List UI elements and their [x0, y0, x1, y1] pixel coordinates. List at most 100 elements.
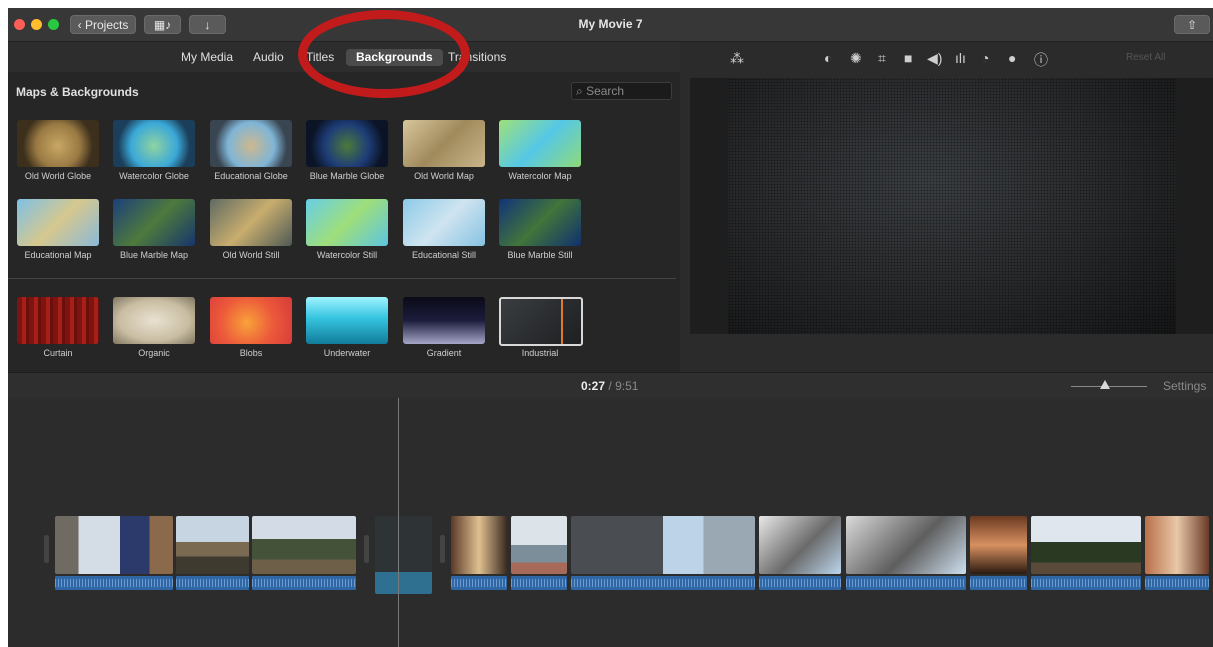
- playhead[interactable]: [398, 398, 399, 647]
- thumb-old-world-globe[interactable]: [17, 120, 99, 167]
- audio-waveform[interactable]: [1031, 576, 1141, 590]
- video-clip[interactable]: [759, 516, 841, 574]
- video-clip[interactable]: [176, 516, 249, 574]
- thumb-label: Educational Still: [411, 250, 477, 260]
- settings-button[interactable]: Settings: [1163, 379, 1206, 393]
- thumb-label: Watercolor Globe: [119, 171, 189, 181]
- zoom-slider-thumb[interactable]: [1100, 380, 1111, 389]
- tab-audio[interactable]: Audio: [243, 49, 294, 66]
- thumb-blue-marble-map[interactable]: [113, 199, 195, 246]
- video-clip[interactable]: [970, 516, 1027, 574]
- thumb-label: Blue Marble Still: [507, 250, 573, 260]
- thumb-label: Blue Marble Map: [119, 250, 189, 260]
- background-clip[interactable]: [375, 516, 432, 594]
- audio-waveform[interactable]: [846, 576, 966, 590]
- info-icon[interactable]: ⓘ: [1034, 50, 1048, 70]
- thumb-underwater[interactable]: [306, 297, 388, 344]
- crop-icon[interactable]: ⌗: [878, 50, 886, 67]
- imovie-window: ‹ Projects ▦♪ ↓ My Movie 7 ⇧ My Media Au…: [8, 8, 1213, 647]
- volume-icon[interactable]: ◀): [927, 50, 942, 67]
- video-clip[interactable]: [1145, 516, 1209, 574]
- thumb-blobs[interactable]: [210, 297, 292, 344]
- clip-handle[interactable]: [364, 535, 369, 563]
- thumb-label: Blobs: [239, 348, 263, 358]
- search-field[interactable]: ⌕ Search: [571, 82, 672, 100]
- timecode: 0:27 / 9:51: [581, 379, 638, 393]
- thumb-label: Underwater: [323, 348, 371, 358]
- thumb-industrial[interactable]: [499, 297, 583, 346]
- thumb-watercolor-map[interactable]: [499, 120, 581, 167]
- audio-waveform[interactable]: [571, 576, 755, 590]
- color-balance-icon[interactable]: ◐: [824, 50, 832, 66]
- thumb-label: Industrial: [521, 348, 559, 358]
- thumb-label: Watercolor Still: [316, 250, 378, 260]
- audio-waveform[interactable]: [252, 576, 356, 590]
- clip-handle[interactable]: [44, 535, 49, 563]
- thumb-gradient[interactable]: [403, 297, 485, 344]
- audio-waveform[interactable]: [511, 576, 567, 590]
- thumb-old-world-map[interactable]: [403, 120, 485, 167]
- camera-icon[interactable]: ■: [904, 50, 912, 66]
- video-clip[interactable]: [55, 516, 173, 574]
- clip-handle[interactable]: [440, 535, 445, 563]
- audio-waveform[interactable]: [55, 576, 173, 590]
- equalizer-icon[interactable]: ılı: [955, 50, 966, 66]
- thumb-blue-marble-globe[interactable]: [306, 120, 388, 167]
- reset-all-button[interactable]: Reset All: [1126, 52, 1165, 63]
- thumb-label: Gradient: [426, 348, 462, 358]
- search-icon: ⌕: [576, 84, 583, 98]
- thumb-label: Educational Map: [24, 250, 92, 260]
- thumb-label: Watercolor Map: [508, 171, 572, 181]
- thumb-label: Old World Still: [222, 250, 280, 260]
- preview-screen: [690, 78, 1213, 334]
- current-time: 0:27: [581, 379, 606, 393]
- thumb-label: Blue Marble Globe: [309, 171, 385, 181]
- palette-icon[interactable]: ✺: [850, 50, 862, 67]
- thumb-educational-map[interactable]: [17, 199, 99, 246]
- video-clip[interactable]: [571, 516, 755, 574]
- section-title: Maps & Backgrounds: [16, 85, 139, 99]
- speed-icon[interactable]: ◔: [981, 50, 989, 66]
- thumb-old-world-still[interactable]: [210, 199, 292, 246]
- timeline-header: 0:27 / 9:51 Settings: [8, 372, 1213, 400]
- audio-waveform[interactable]: [970, 576, 1027, 590]
- thumb-watercolor-still[interactable]: [306, 199, 388, 246]
- timeline[interactable]: [8, 398, 1213, 647]
- magic-wand-icon[interactable]: ⁂: [730, 50, 744, 67]
- thumb-label: Educational Globe: [214, 171, 288, 181]
- thumb-label: Organic: [138, 348, 170, 358]
- video-clip[interactable]: [846, 516, 966, 574]
- industrial-stripe: [561, 299, 563, 344]
- thumb-educational-still[interactable]: [403, 199, 485, 246]
- video-clip[interactable]: [451, 516, 507, 574]
- title-bar: ‹ Projects ▦♪ ↓ My Movie 7 ⇧: [8, 8, 1213, 42]
- thumb-organic[interactable]: [113, 297, 195, 344]
- viewer-panel: ⁂ ◐ ✺ ⌗ ■ ◀) ılı ◔ ● ⓘ Reset All: [682, 42, 1213, 372]
- audio-waveform[interactable]: [1145, 576, 1209, 590]
- video-clip[interactable]: [252, 516, 356, 574]
- total-time: 9:51: [615, 379, 639, 393]
- audio-waveform[interactable]: [176, 576, 249, 590]
- thumb-curtain[interactable]: [17, 297, 99, 344]
- audio-waveform[interactable]: [451, 576, 507, 590]
- adjustment-bar: ⁂ ◐ ✺ ⌗ ■ ◀) ılı ◔ ● ⓘ Reset All: [682, 42, 1213, 76]
- video-clip[interactable]: [1031, 516, 1141, 574]
- share-icon: ⇧: [1186, 18, 1198, 32]
- thumb-label: Curtain: [43, 348, 73, 358]
- thumb-watercolor-globe[interactable]: [113, 120, 195, 167]
- thumb-label: Old World Globe: [24, 171, 92, 181]
- share-button[interactable]: ⇧: [1174, 15, 1210, 34]
- time-separator: /: [608, 379, 612, 393]
- thumb-blue-marble-still[interactable]: [499, 199, 581, 246]
- audio-waveform[interactable]: [759, 576, 841, 590]
- video-clip[interactable]: [511, 516, 567, 574]
- search-placeholder: Search: [586, 84, 625, 98]
- preview-image-industrial: [728, 78, 1176, 334]
- tab-my-media[interactable]: My Media: [171, 49, 243, 66]
- window-title: My Movie 7: [578, 17, 643, 31]
- highlight-ring: [298, 10, 470, 98]
- thumb-label: Old World Map: [414, 171, 474, 181]
- thumb-educational-globe[interactable]: [210, 120, 292, 167]
- filter-icon[interactable]: ●: [1008, 50, 1016, 66]
- section-divider: [8, 278, 676, 279]
